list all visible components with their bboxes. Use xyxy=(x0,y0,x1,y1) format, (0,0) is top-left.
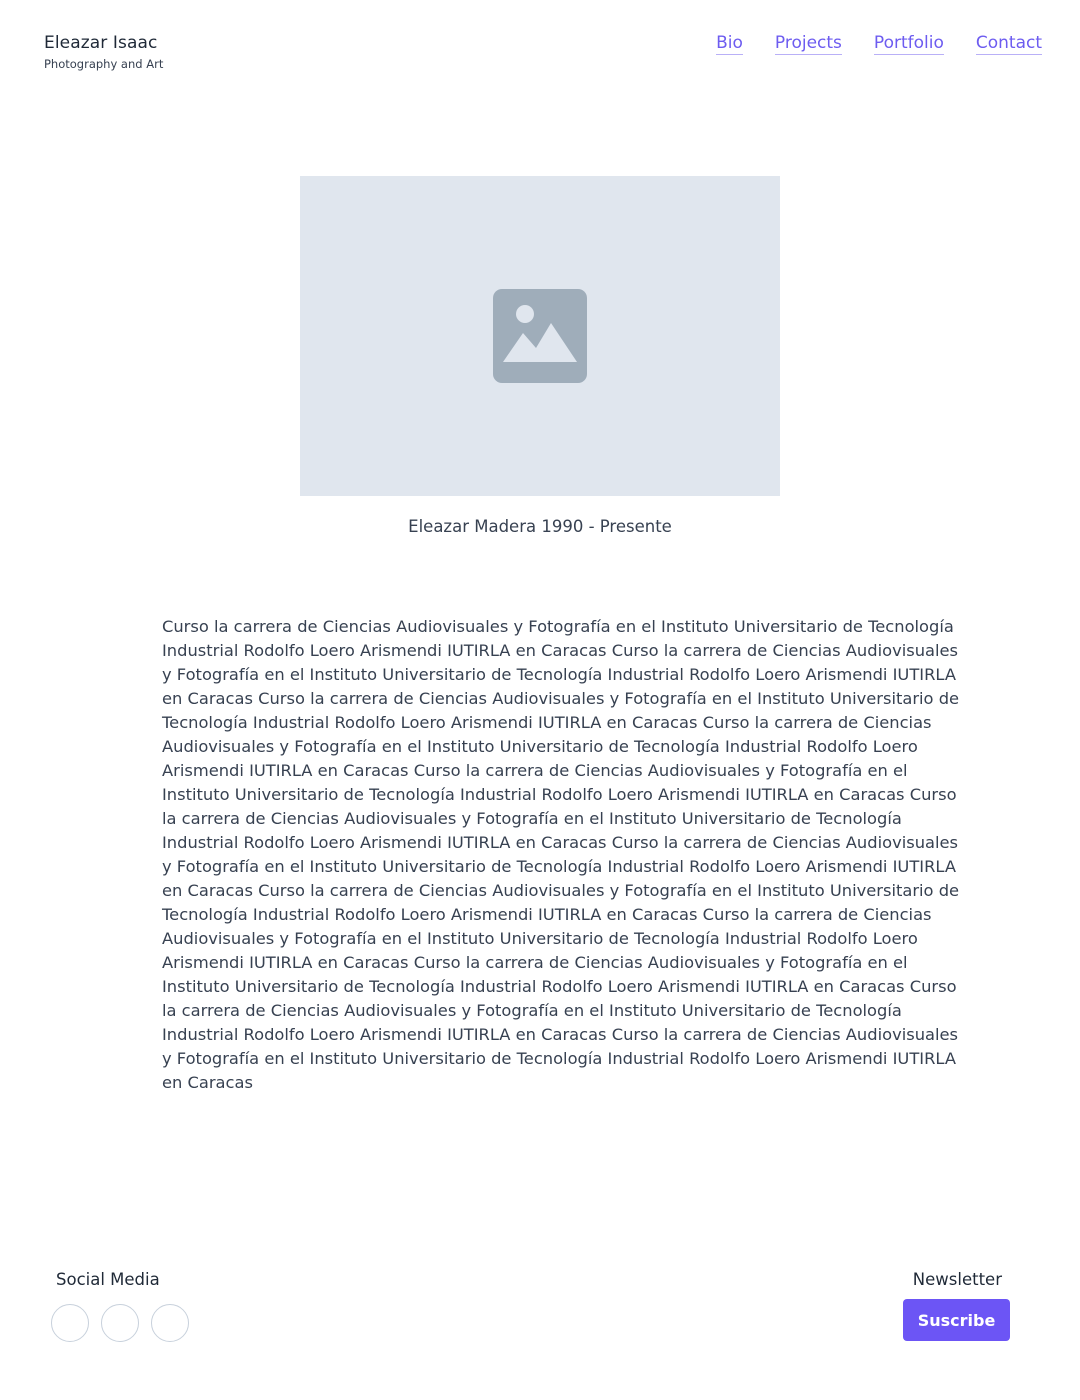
hero-image xyxy=(300,176,780,496)
nav-link-bio[interactable]: Bio xyxy=(716,33,743,55)
nav-link-projects[interactable]: Projects xyxy=(774,33,842,55)
hero-caption: Eleazar Madera 1990 - Presente xyxy=(408,517,672,536)
nav-link-portfolio[interactable]: Portfolio xyxy=(873,33,944,55)
social-icon[interactable] xyxy=(101,1304,139,1342)
social-media-title: Social Media xyxy=(56,1270,160,1289)
subscribe-button[interactable]: Suscribe xyxy=(903,1299,1010,1341)
nav-link-contact[interactable]: Contact xyxy=(975,33,1042,55)
social-icon[interactable] xyxy=(51,1304,89,1342)
social-media-section: Social Media xyxy=(51,1270,189,1342)
image-placeholder-icon xyxy=(493,289,587,383)
brand[interactable]: Eleazar Isaac Photography and Art xyxy=(44,33,163,71)
social-icons xyxy=(51,1304,189,1342)
bio-text: Curso la carrera de Ciencias Audiovisual… xyxy=(162,617,960,1092)
newsletter-title: Newsletter xyxy=(912,1270,1002,1289)
brand-subtitle: Photography and Art xyxy=(44,57,164,71)
main-nav: Bio Projects Portfolio Contact xyxy=(716,33,1042,55)
social-icon[interactable] xyxy=(151,1304,189,1342)
brand-name[interactable]: Eleazar Isaac xyxy=(44,33,163,53)
